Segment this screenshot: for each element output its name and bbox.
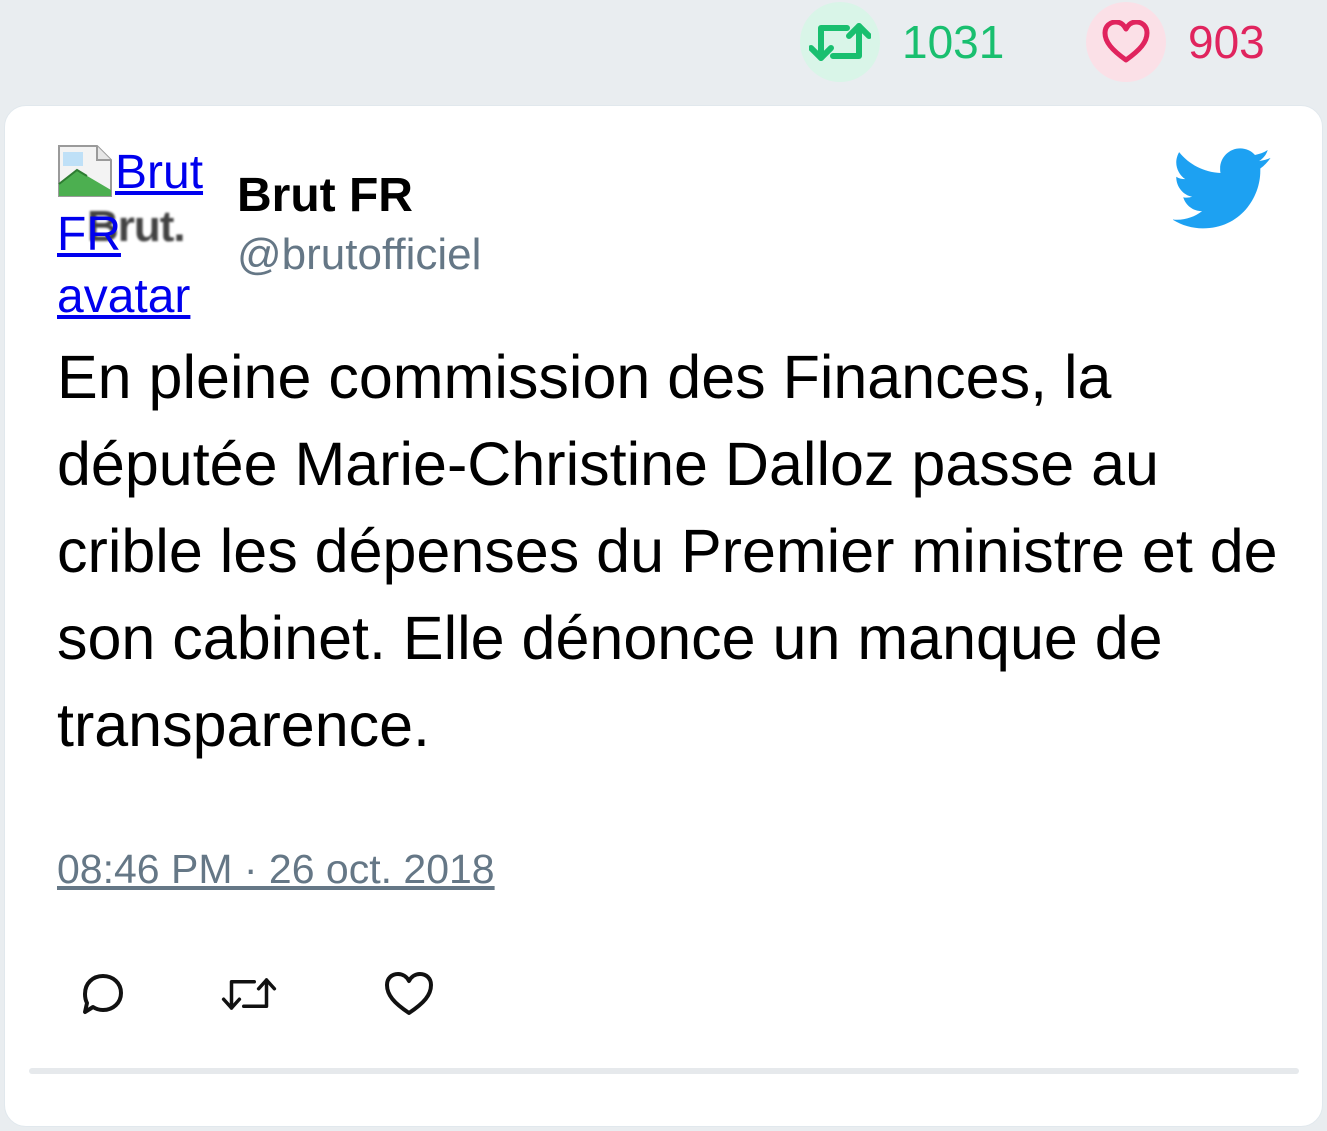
author-name[interactable]: Brut FR [237, 168, 413, 223]
tweet-text: En pleine commission des Finances, la dé… [57, 343, 1278, 759]
retweet-stat[interactable]: 1031 [800, 2, 1004, 82]
divider [29, 1068, 1299, 1074]
avatar-alt-text[interactable]: Brut FR avatar [57, 142, 217, 328]
heart-icon[interactable] [381, 966, 437, 1022]
retweet-icon[interactable] [221, 966, 277, 1022]
tweet-timestamp[interactable]: 08:46 PM · 26 oct. 2018 [57, 846, 495, 893]
heart-icon[interactable] [1086, 2, 1166, 82]
engagement-stats-bar: 1031 903 [0, 0, 1327, 100]
like-count: 903 [1188, 16, 1265, 68]
avatar[interactable]: Brut. Brut FR avatar [57, 142, 217, 323]
retweet-count: 1031 [902, 16, 1005, 68]
author-handle[interactable]: @brutofficiel [237, 230, 481, 280]
reply-icon[interactable] [75, 966, 131, 1022]
like-stat[interactable]: 903 [1086, 2, 1265, 82]
twitter-bird-icon[interactable] [1173, 148, 1273, 230]
tweet-card: Brut. Brut FR avatar Brut FR @brutoffici… [4, 105, 1323, 1127]
retweet-icon[interactable] [800, 2, 880, 82]
